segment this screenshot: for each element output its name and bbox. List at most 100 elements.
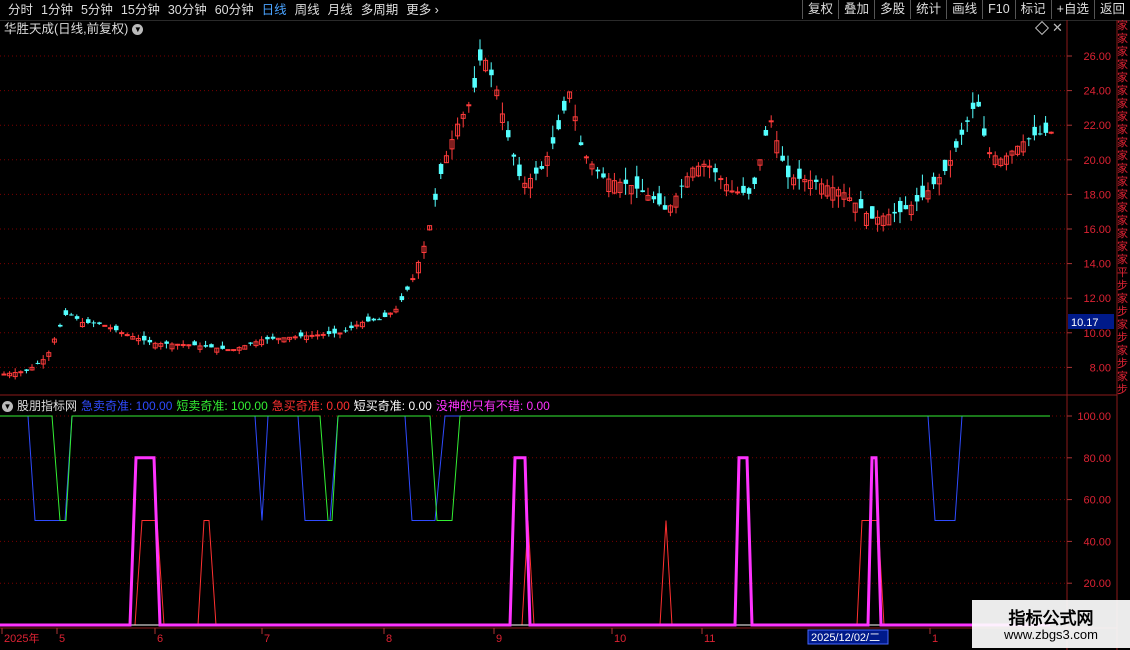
menu-item-7[interactable]: 周线: [291, 0, 324, 20]
candle-body: [572, 116, 578, 122]
indicator-value-2: 急买奇准: 0.00: [271, 399, 350, 413]
candle-body: [634, 176, 640, 189]
current-price-tag: [1068, 314, 1114, 329]
toolbar-button-6[interactable]: 标记: [1014, 0, 1051, 19]
candle-body: [925, 190, 931, 200]
candle-body: [735, 191, 741, 194]
candle-body: [870, 206, 875, 219]
date-label: 11: [704, 633, 715, 645]
menu-item-5[interactable]: 60分钟: [211, 0, 258, 20]
menu-item-9[interactable]: 多周期: [357, 0, 403, 20]
toolbar-button-5[interactable]: F10: [982, 0, 1015, 19]
candle-body: [562, 100, 567, 111]
menu-item-1[interactable]: 1分钟: [37, 0, 77, 20]
candle-body: [1, 373, 7, 376]
toolbar-button-4[interactable]: 画线: [946, 0, 982, 19]
candle-body: [768, 120, 774, 123]
candle-body: [209, 344, 214, 348]
candle-body: [74, 316, 80, 319]
toolbar-button-8[interactable]: 返回: [1093, 0, 1130, 19]
candle-body: [35, 362, 41, 364]
candle-body: [780, 155, 785, 161]
close-icon[interactable]: ✕: [1052, 20, 1063, 36]
indicator-menu-icon[interactable]: ▼: [2, 401, 13, 413]
toolbar-button-2[interactable]: 多股: [874, 0, 910, 19]
candle-body: [309, 334, 315, 337]
candle-body: [7, 372, 13, 377]
price-label: 22.00: [1083, 120, 1111, 132]
diamond-icon[interactable]: [1034, 20, 1050, 36]
menu-item-6[interactable]: 日线: [258, 0, 291, 20]
price-label: 12.00: [1083, 293, 1111, 305]
candle-body: [852, 202, 858, 213]
stock-title: 华胜天成(日线,前复权): [4, 22, 129, 36]
candle-body: [460, 113, 466, 119]
candle-body: [589, 163, 595, 170]
candle-body: [976, 101, 981, 107]
candle-body: [903, 205, 909, 210]
date-label: 7: [264, 633, 270, 645]
date-label: 8: [386, 633, 392, 645]
candle-body: [606, 178, 612, 193]
candle-body: [287, 336, 293, 340]
candle-body: [556, 120, 561, 130]
candle-body: [1048, 131, 1054, 134]
candle-body: [292, 336, 298, 339]
candle-body: [114, 325, 119, 331]
candle-body: [377, 319, 382, 321]
candle-body: [987, 152, 993, 155]
menu-item-4[interactable]: 30分钟: [164, 0, 211, 20]
menu-item-2[interactable]: 5分钟: [77, 0, 117, 20]
candle-body: [192, 341, 197, 346]
candle-body: [875, 216, 881, 225]
chevron-down-icon[interactable]: ▼: [132, 24, 144, 36]
toolbar-button-7[interactable]: +自选: [1050, 0, 1094, 19]
price-label: 8.00: [1090, 362, 1111, 374]
indicator-title[interactable]: ▼ 股朋指标网 急卖奇准: 100.00 短卖奇准: 100.00 急买奇准: 0.00…: [2, 398, 554, 414]
candle-body: [954, 141, 959, 148]
candle-body: [595, 169, 601, 172]
candle-body: [180, 344, 186, 347]
date-label: 9: [496, 633, 502, 645]
candle-body: [142, 335, 147, 341]
candle-body: [415, 261, 421, 274]
indicator-value-4: 没神的只有不错: 0.00: [435, 399, 550, 413]
menu-item-8[interactable]: 月线: [324, 0, 357, 20]
candle-body: [320, 333, 326, 336]
toolbar-button-1[interactable]: 叠加: [838, 0, 874, 19]
candle-body: [998, 158, 1004, 167]
candle-body: [169, 343, 175, 350]
candle-body: [752, 177, 757, 185]
toolbar-button-0[interactable]: 复权: [802, 0, 838, 19]
series-line-2: [0, 520, 1050, 626]
candle-body: [657, 193, 662, 205]
candle-body: [12, 371, 18, 378]
top-toolbar: 分时 1分钟 5分钟 15分钟 30分钟 60分钟 日线 周线 月线 多周期 更多 › 复权 叠加 多股…: [0, 0, 1130, 21]
candle-body: [819, 183, 825, 195]
candle-body: [942, 159, 948, 172]
menu-item-0[interactable]: 分时: [4, 0, 37, 20]
indicator-value-1: 短卖奇准: 100.00: [176, 399, 268, 413]
candle-body: [959, 129, 965, 135]
current-price-label: 10.17: [1071, 317, 1099, 329]
candle-body: [410, 278, 416, 281]
candle-body: [119, 332, 125, 335]
main-chart-title[interactable]: 华胜天成(日线,前复权) ▼: [4, 21, 144, 37]
menu-item-10[interactable]: 更多 ›: [402, 0, 443, 20]
candle-body: [455, 123, 461, 137]
candle-body: [135, 337, 141, 342]
price-label: 16.00: [1083, 224, 1111, 236]
candle-body: [29, 366, 35, 371]
candle-body: [863, 212, 869, 226]
price-label: 24.00: [1083, 86, 1111, 98]
kline-chart[interactable]: 26.0024.0022.0020.0018.0016.0014.0012.00…: [0, 0, 1130, 650]
menu-item-3[interactable]: 15分钟: [117, 0, 164, 20]
candle-body: [729, 190, 735, 193]
candle-body: [506, 130, 511, 138]
candle-body: [40, 359, 46, 365]
toolbar-button-3[interactable]: 统计: [910, 0, 946, 19]
candle-body: [337, 332, 343, 335]
candle-body: [147, 339, 153, 343]
candle-body: [617, 181, 623, 194]
candle-body: [359, 321, 365, 328]
